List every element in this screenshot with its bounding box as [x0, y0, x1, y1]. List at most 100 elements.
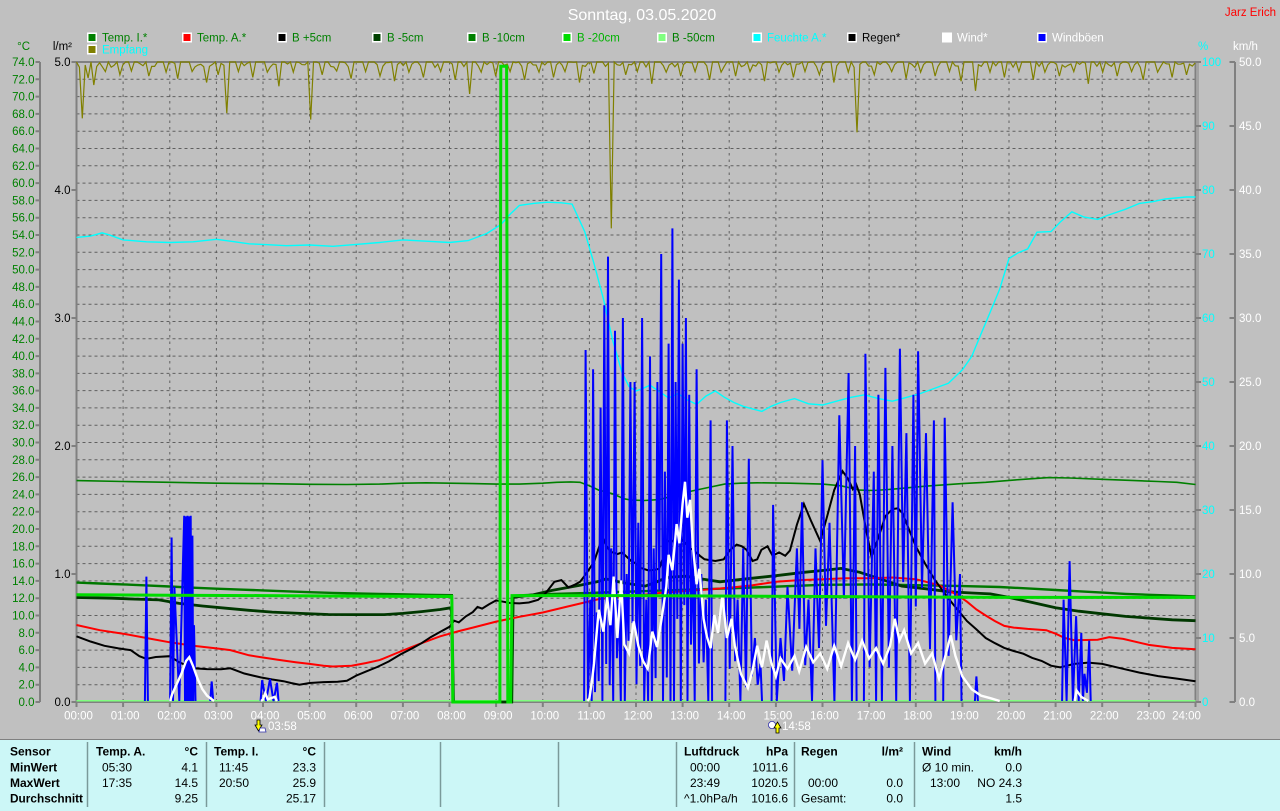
svg-text:20.0: 20.0 [1239, 441, 1261, 453]
svg-text:00:00: 00:00 [690, 761, 720, 775]
svg-text:90: 90 [1202, 121, 1215, 133]
svg-text:NO 24.3: NO 24.3 [977, 776, 1022, 790]
svg-text:11:00: 11:00 [577, 711, 605, 723]
svg-text:B +5cm: B +5cm [292, 33, 331, 45]
svg-text:20.0: 20.0 [12, 524, 34, 536]
svg-text:14.5: 14.5 [175, 776, 199, 790]
svg-text:72.0: 72.0 [12, 74, 34, 86]
svg-text:Regen*: Regen* [862, 33, 901, 45]
svg-text:1.5: 1.5 [1005, 792, 1022, 806]
svg-text:0.0: 0.0 [19, 697, 35, 709]
svg-text:03:00: 03:00 [204, 711, 233, 723]
svg-text:08:00: 08:00 [437, 711, 466, 723]
svg-text:24.0: 24.0 [12, 489, 34, 501]
svg-text:Regen: Regen [801, 745, 838, 759]
svg-text:Temp. I.*: Temp. I.* [102, 33, 148, 45]
svg-text:10.0: 10.0 [12, 611, 34, 623]
svg-text:18:00: 18:00 [903, 711, 932, 723]
svg-text:06:00: 06:00 [344, 711, 373, 723]
svg-text:36.0: 36.0 [12, 386, 34, 398]
svg-text:Empfang: Empfang [102, 45, 148, 57]
svg-text:0.0: 0.0 [886, 776, 903, 790]
svg-text:10.0: 10.0 [1239, 569, 1261, 581]
svg-text:4.1: 4.1 [181, 761, 198, 775]
svg-text:Sensor: Sensor [10, 745, 51, 759]
svg-text:Jarz Erich: Jarz Erich [1225, 7, 1276, 19]
svg-text:45.0: 45.0 [1239, 121, 1261, 133]
svg-text:46.0: 46.0 [12, 299, 34, 311]
svg-text:l/m²: l/m² [53, 41, 72, 53]
svg-text:30.0: 30.0 [1239, 313, 1261, 325]
svg-text:02:00: 02:00 [157, 711, 186, 723]
svg-text:Gesamt:: Gesamt: [801, 792, 846, 806]
svg-text:1016.6: 1016.6 [751, 792, 788, 806]
svg-text:05:00: 05:00 [297, 711, 326, 723]
svg-text:B -10cm: B -10cm [482, 33, 525, 45]
svg-text:38.0: 38.0 [12, 368, 34, 380]
svg-text:35.0: 35.0 [1239, 249, 1261, 261]
svg-text:74.0: 74.0 [12, 57, 34, 69]
svg-text:54.0: 54.0 [12, 230, 34, 242]
svg-text:03:58: 03:58 [268, 721, 297, 733]
svg-text:14:00: 14:00 [717, 711, 746, 723]
svg-text:80: 80 [1202, 185, 1215, 197]
svg-text:B -20cm: B -20cm [577, 33, 620, 45]
svg-text:34.0: 34.0 [12, 403, 34, 415]
svg-text:km/h: km/h [994, 745, 1022, 759]
svg-text:12.0: 12.0 [12, 593, 34, 605]
svg-text:16.0: 16.0 [12, 559, 34, 571]
svg-text:km/h: km/h [1233, 41, 1258, 53]
svg-text:11:45: 11:45 [219, 761, 248, 775]
svg-text:2.0: 2.0 [19, 680, 35, 692]
svg-text:°C: °C [17, 41, 30, 53]
svg-text:0: 0 [1202, 697, 1208, 709]
svg-text:Windböen: Windböen [1052, 33, 1104, 45]
svg-text:50.0: 50.0 [1239, 57, 1261, 69]
svg-text:20:00: 20:00 [997, 711, 1026, 723]
svg-text:58.0: 58.0 [12, 195, 34, 207]
svg-text:28.0: 28.0 [12, 455, 34, 467]
svg-text:°C: °C [303, 745, 317, 759]
svg-text:0.0: 0.0 [886, 792, 903, 806]
svg-text:Feuchte A.*: Feuchte A.* [767, 33, 827, 45]
svg-text:26.0: 26.0 [12, 472, 34, 484]
svg-text:17:35: 17:35 [102, 776, 132, 790]
svg-text:6.0: 6.0 [19, 645, 35, 657]
svg-text:44.0: 44.0 [12, 316, 34, 328]
svg-text:10:00: 10:00 [530, 711, 559, 723]
svg-text:10: 10 [1202, 633, 1215, 645]
svg-text:22:00: 22:00 [1090, 711, 1119, 723]
svg-text:MinWert: MinWert [10, 761, 57, 775]
svg-text:l/m²: l/m² [882, 745, 903, 759]
svg-text:60.0: 60.0 [12, 178, 34, 190]
svg-text:B -50cm: B -50cm [672, 33, 715, 45]
svg-text:hPa: hPa [766, 745, 788, 759]
svg-text:Temp. A.: Temp. A. [96, 745, 145, 759]
svg-text:0.0: 0.0 [1239, 697, 1255, 709]
svg-text:70: 70 [1202, 249, 1215, 261]
svg-text:23:49: 23:49 [690, 776, 720, 790]
svg-text:17:00: 17:00 [857, 711, 886, 723]
svg-text:68.0: 68.0 [12, 109, 34, 121]
svg-text:21:00: 21:00 [1043, 711, 1072, 723]
svg-text:48.0: 48.0 [12, 282, 34, 294]
svg-text:Ø 10 min.: Ø 10 min. [922, 761, 974, 775]
svg-text:4.0: 4.0 [19, 662, 35, 674]
svg-text:8.0: 8.0 [19, 628, 35, 640]
svg-text:62.0: 62.0 [12, 161, 34, 173]
svg-text:0.0: 0.0 [1005, 761, 1022, 775]
svg-text:25.17: 25.17 [286, 792, 316, 806]
svg-text:64.0: 64.0 [12, 143, 34, 155]
svg-text:30: 30 [1202, 505, 1215, 517]
svg-text:Wind: Wind [922, 745, 951, 759]
svg-text:01:00: 01:00 [111, 711, 140, 723]
svg-text:40.0: 40.0 [1239, 185, 1261, 197]
svg-text:25.0: 25.0 [1239, 377, 1261, 389]
svg-text:07:00: 07:00 [390, 711, 419, 723]
svg-text:00:00: 00:00 [64, 711, 93, 723]
svg-text:23.3: 23.3 [293, 761, 317, 775]
svg-text:16:00: 16:00 [810, 711, 839, 723]
svg-text:1020.5: 1020.5 [751, 776, 788, 790]
svg-text:Sonntag, 03.05.2020: Sonntag, 03.05.2020 [568, 7, 717, 24]
svg-text:23:00: 23:00 [1136, 711, 1165, 723]
